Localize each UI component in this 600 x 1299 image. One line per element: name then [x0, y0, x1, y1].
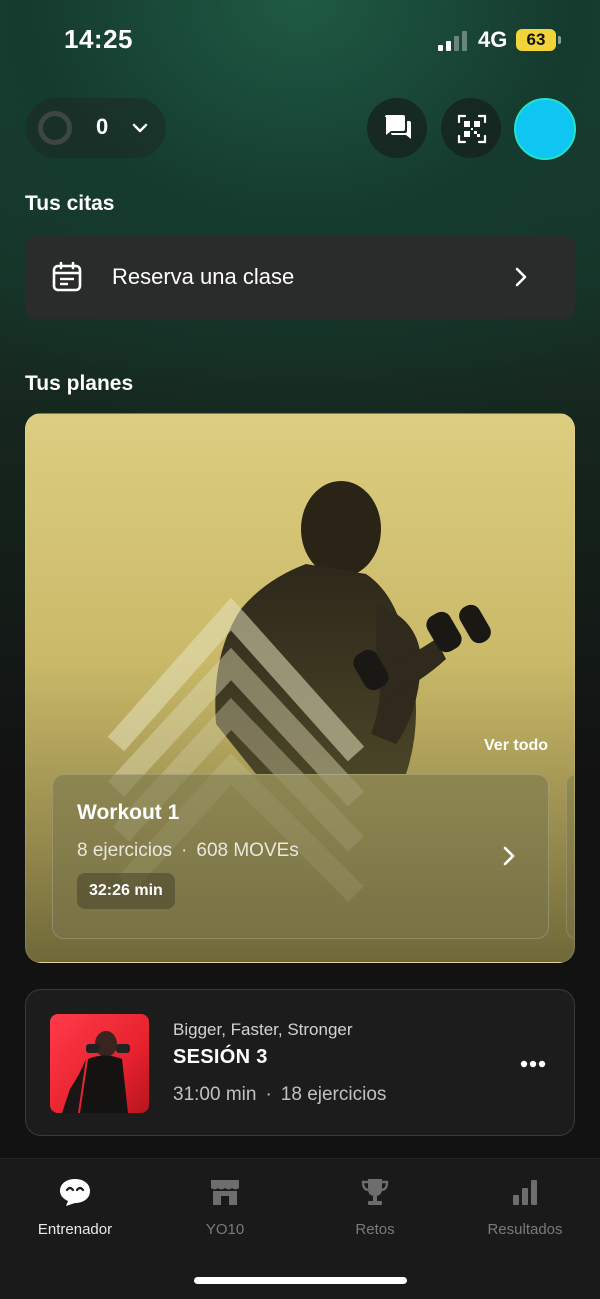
- tab-entrenador[interactable]: Entrenador: [0, 1177, 150, 1238]
- moves-ring-icon: [38, 111, 72, 145]
- chevron-right-icon: [503, 846, 515, 866]
- tab-label: Entrenador: [37, 1221, 113, 1238]
- book-class-card[interactable]: Reserva una clase: [25, 235, 575, 319]
- more-options-icon[interactable]: [520, 1060, 546, 1068]
- session-program: Bigger, Faster, Stronger: [173, 1020, 353, 1039]
- tab-yo10[interactable]: YO10: [150, 1177, 300, 1238]
- separator-dot: ·: [265, 1084, 272, 1105]
- athlete-thumbnail-image: [62, 1031, 130, 1113]
- chevron-down-icon: [132, 123, 148, 133]
- status-bar: 14:25 4G 63: [0, 0, 600, 80]
- trophy-icon: [361, 1179, 389, 1205]
- workout-moves: 608 MOVEs: [196, 840, 299, 861]
- session-card[interactable]: Bigger, Faster, Stronger SESIÓN 3 31:00 …: [25, 989, 575, 1136]
- workout-meta: 8 ejercicios · 608 MOVEs: [77, 840, 299, 862]
- store-icon: [211, 1180, 239, 1205]
- planes-section-title: Tus planes: [25, 372, 134, 395]
- citas-section-title: Tus citas: [25, 192, 115, 215]
- calendar-icon: [52, 261, 82, 292]
- next-workout-card-peek[interactable]: [566, 774, 574, 939]
- session-duration: 31:00 min: [173, 1084, 257, 1105]
- session-meta: 31:00 min · 18 ejercicios: [173, 1084, 386, 1106]
- chat-button[interactable]: [367, 98, 427, 158]
- tab-resultados[interactable]: Resultados: [450, 1177, 600, 1238]
- tab-label: Retos: [355, 1221, 395, 1238]
- network-type: 4G: [478, 27, 508, 52]
- moves-count: 0: [96, 114, 109, 139]
- signal-icon: [438, 31, 470, 51]
- battery-icon: 63: [516, 29, 561, 51]
- tab-label: Resultados: [487, 1221, 563, 1238]
- workout-exercises: 8 ejercicios: [77, 840, 173, 861]
- chevron-right-icon: [515, 267, 527, 287]
- qr-scan-button[interactable]: [441, 98, 501, 158]
- status-time: 14:25: [64, 24, 133, 54]
- plan-hero-card[interactable]: Ver todo Workout 1 8 ejercicios · 608 MOVE…: [25, 413, 575, 963]
- session-title: SESIÓN 3: [173, 1046, 268, 1068]
- session-thumbnail: [50, 1014, 149, 1113]
- bar-chart-icon: [513, 1180, 537, 1205]
- coach-face-icon: [60, 1179, 90, 1206]
- tab-retos[interactable]: Retos: [300, 1177, 450, 1238]
- workout-duration-chip: 32:26 min: [77, 873, 175, 909]
- book-class-label: Reserva una clase: [112, 264, 295, 289]
- qr-code-icon: [457, 114, 487, 144]
- chat-bubbles-icon: [385, 115, 411, 139]
- home-indicator: [194, 1277, 407, 1284]
- moves-selector[interactable]: 0: [26, 98, 166, 158]
- workout-card[interactable]: Workout 1 8 ejercicios · 608 MOVEs 32:26 m…: [52, 774, 549, 939]
- workout-title: Workout 1: [77, 801, 180, 824]
- user-avatar[interactable]: [514, 98, 576, 160]
- separator-dot: ·: [181, 840, 188, 861]
- tab-label: YO10: [205, 1221, 245, 1238]
- see-all-link[interactable]: Ver todo: [484, 737, 548, 755]
- session-exercises: 18 ejercicios: [280, 1084, 387, 1105]
